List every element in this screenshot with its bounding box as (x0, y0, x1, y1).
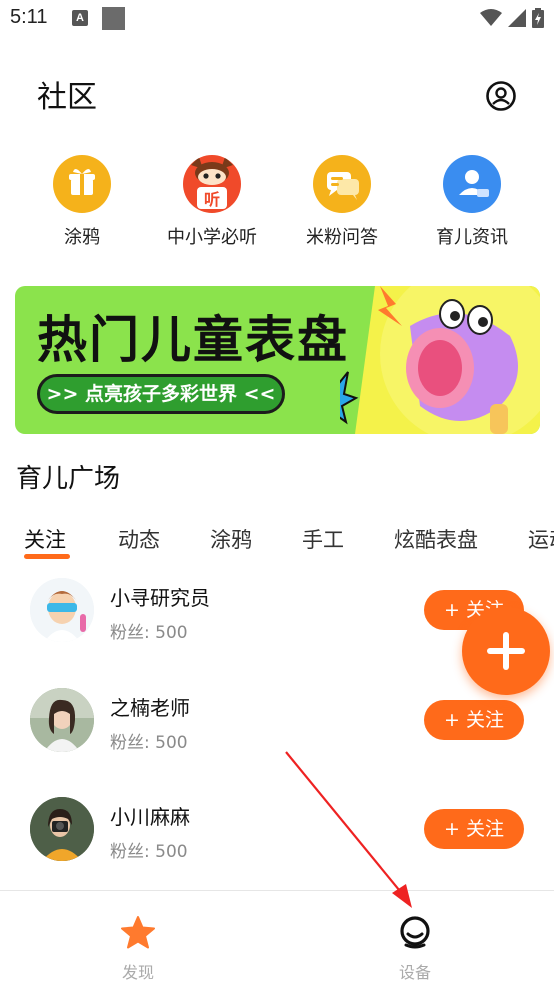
quick-link-label: 米粉问答 (306, 227, 378, 248)
list-item[interactable]: 之楠老师 粉丝: 500 + 关注 (0, 688, 554, 784)
quick-link-must-listen[interactable]: 听 中小学必听 (152, 155, 272, 249)
promo-banner[interactable]: 热门儿童表盘 >> 点亮孩子多彩世界 << !! (15, 286, 540, 434)
notification-square-icon (102, 7, 125, 30)
status-right-icons (480, 8, 544, 28)
page-title: 社区 (37, 80, 97, 115)
quick-link-graffiti[interactable]: 涂鸦 (22, 155, 142, 249)
person-card-icon (443, 155, 501, 213)
nav-label: 发现 (121, 963, 154, 982)
bottom-nav: 发现 设备 (0, 890, 554, 984)
battery-icon (532, 8, 544, 28)
tab-cool-watchface[interactable]: 炫酷表盘 (394, 524, 478, 554)
chat-bubble-icon (313, 155, 371, 213)
plus-icon-vertical (503, 632, 509, 670)
nav-device[interactable]: 设备 (365, 915, 465, 983)
wifi-icon (480, 9, 502, 26)
svg-text:听: 听 (204, 190, 220, 209)
nav-discover[interactable]: 发现 (88, 915, 188, 983)
listen-character-icon: 听 (183, 155, 241, 213)
quick-link-label: 涂鸦 (64, 227, 100, 248)
avatar (30, 797, 94, 861)
status-time: 5:11 (10, 6, 48, 28)
list-item[interactable]: 小川麻麻 粉丝: 500 + 关注 (0, 797, 554, 893)
banner-title: 热门儿童表盘 (37, 311, 349, 369)
quick-links: 涂鸦 听 中小学必听 米粉问答 育儿资讯 (0, 155, 554, 255)
quick-link-parenting-news[interactable]: 育儿资讯 (412, 155, 532, 249)
user-fans-count: 粉丝: 500 (110, 733, 188, 753)
tab-following[interactable]: 关注 (24, 524, 66, 554)
user-circle-icon[interactable] (485, 80, 517, 112)
quick-link-label: 中小学必听 (167, 227, 257, 248)
status-bar: 5:11 A (0, 0, 554, 40)
follow-button[interactable]: + 关注 (424, 700, 524, 740)
user-name: 小寻研究员 (110, 586, 210, 610)
quick-link-label: 育儿资讯 (436, 227, 508, 248)
tab-activity[interactable]: 动态 (118, 524, 160, 554)
avatar (30, 578, 94, 642)
tab-sports[interactable]: 运动 (528, 524, 554, 554)
user-fans-count: 粉丝: 500 (110, 842, 188, 862)
section-title: 育儿广场 (16, 464, 121, 494)
gift-icon (53, 155, 111, 213)
tab-graffiti[interactable]: 涂鸦 (210, 524, 252, 554)
signal-icon (508, 9, 526, 27)
banner-subtitle: >> 点亮孩子多彩世界 << (37, 374, 285, 414)
active-tab-indicator (24, 554, 70, 559)
follow-button[interactable]: + 关注 (424, 809, 524, 849)
star-icon (121, 916, 155, 949)
avatar (30, 688, 94, 752)
user-name: 小川麻麻 (110, 805, 190, 829)
category-tabs: 关注 动态 涂鸦 手工 炫酷表盘 运动 (0, 520, 554, 564)
create-post-button[interactable] (462, 607, 550, 695)
tab-handcraft[interactable]: 手工 (302, 524, 344, 554)
smile-device-icon (400, 916, 430, 949)
keyboard-indicator-icon: A (72, 10, 88, 26)
nav-label: 设备 (398, 963, 431, 982)
user-fans-count: 粉丝: 500 (110, 623, 188, 643)
megaphone-illustration: !! (340, 286, 518, 434)
user-name: 之楠老师 (110, 696, 190, 720)
quick-link-qa[interactable]: 米粉问答 (282, 155, 402, 249)
